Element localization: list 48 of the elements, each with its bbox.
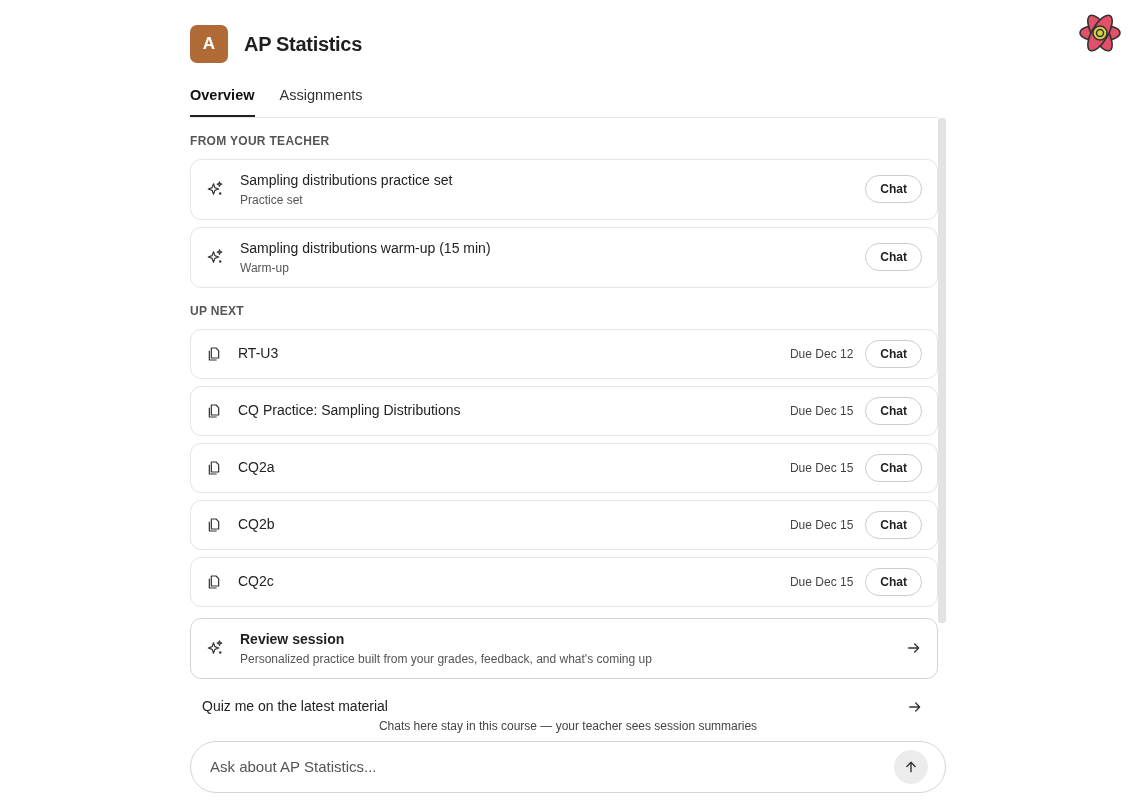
review-session-card[interactable]: Review session Personalized practice built from your grades, feedback, and what's coming up xyxy=(190,617,938,679)
scrollbar[interactable] xyxy=(938,117,946,623)
review-subtitle: Personalized practice built from your grades, feedback, and what's coming up xyxy=(240,650,653,668)
assignment-card[interactable]: Sampling distributions practice set Practice set Chat xyxy=(190,158,938,220)
send-button[interactable] xyxy=(894,749,928,784)
item-title: CQ Practice: Sampling Distributions xyxy=(238,401,462,421)
chat-button[interactable]: Chat xyxy=(865,339,922,368)
chat-button[interactable]: Chat xyxy=(865,510,922,539)
section-heading: UP NEXT xyxy=(190,302,245,320)
item-title: Sampling distributions warm-up (15 min) xyxy=(240,238,492,258)
assignment-card[interactable]: CQ2a Due Dec 15 Chat xyxy=(190,442,938,493)
due-date: Due Dec 15 xyxy=(789,573,854,591)
atom-logo-icon xyxy=(1078,13,1122,53)
tab[interactable]: Assignments xyxy=(279,85,363,117)
assignment-card[interactable]: CQ2c Due Dec 15 Chat xyxy=(190,556,938,607)
item-title: CQ2a xyxy=(238,458,276,478)
chat-button[interactable]: Chat xyxy=(865,567,922,596)
item-subtitle: Practice set xyxy=(240,191,304,209)
due-date: Due Dec 15 xyxy=(789,516,854,534)
item-title: RT-U3 xyxy=(238,344,280,364)
chat-button[interactable]: Chat xyxy=(865,175,922,204)
item-title: CQ2c xyxy=(238,572,275,592)
document-icon xyxy=(206,573,222,590)
suggestion-link[interactable]: Quiz me on the latest material xyxy=(202,696,907,715)
assignment-card[interactable]: Sampling distributions warm-up (15 min) Warm-up Chat xyxy=(190,226,938,288)
chat-button[interactable]: Chat xyxy=(865,243,922,272)
document-icon xyxy=(206,516,222,533)
section-heading: FROM YOUR TEACHER xyxy=(190,132,331,150)
assignment-card[interactable]: RT-U3 Due Dec 12 Chat xyxy=(190,328,938,379)
assignment-card[interactable]: CQ2b Due Dec 15 Chat xyxy=(190,499,938,550)
assignment-card[interactable]: CQ Practice: Sampling Distributions Due Dec 15 Chat xyxy=(190,385,938,436)
item-title: CQ2b xyxy=(238,515,276,535)
chat-button[interactable]: Chat xyxy=(865,396,922,425)
item-title: Sampling distributions practice set xyxy=(240,170,454,190)
arrow-up-icon xyxy=(904,759,918,774)
tab[interactable]: Overview xyxy=(190,85,255,117)
document-icon xyxy=(206,459,222,476)
course-avatar: A xyxy=(190,25,228,63)
chat-button[interactable]: Chat xyxy=(865,453,922,482)
review-title: Review session xyxy=(240,629,346,649)
document-icon xyxy=(206,345,222,362)
due-date: Due Dec 15 xyxy=(789,402,854,420)
due-date: Due Dec 15 xyxy=(789,459,854,477)
item-subtitle: Warm-up xyxy=(240,259,290,277)
course-title: AP Statistics xyxy=(244,32,362,57)
due-date: Due Dec 12 xyxy=(789,345,854,363)
privacy-note: Chats here stay in this course — your teacher sees session summaries xyxy=(377,717,759,735)
document-icon xyxy=(206,402,222,419)
